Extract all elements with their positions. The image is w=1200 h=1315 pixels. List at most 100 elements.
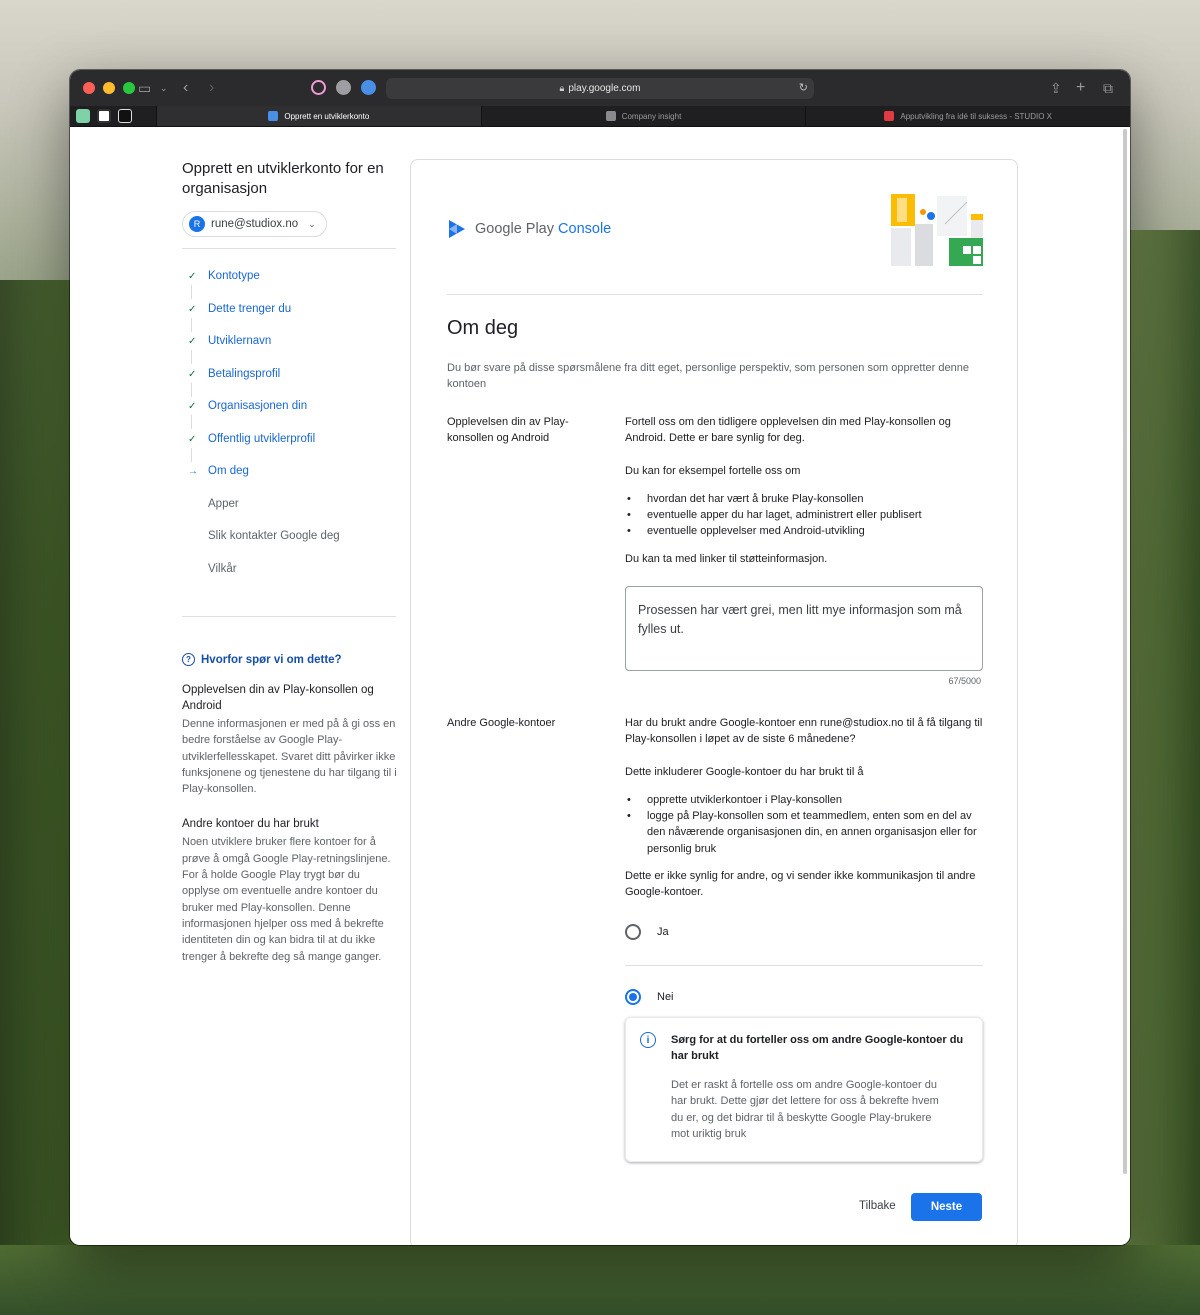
extension-icon-3[interactable] [361,80,376,95]
address-bar[interactable]: 🔒︎ play.google.com ↻ [386,78,814,99]
info-alert: i Sørg for at du forteller oss om andre … [625,1017,983,1162]
share-icon[interactable]: ⇪ [1050,79,1062,97]
step-item: Slik kontakter Google deg [182,530,398,563]
page-content: Opprett en utviklerkonto for en organisa… [70,127,1130,1245]
step-label: Apper [208,497,239,510]
tab-overview-icon[interactable]: ⧉ [1103,79,1113,97]
avatar: R [189,216,205,232]
tab-title: Opprett en utviklerkonto [284,111,370,121]
sidebar-toggle-icon[interactable]: ▭ [138,79,151,97]
forward-arrow-icon[interactable]: › [209,79,214,97]
step-item[interactable]: ✓ Organisasjonen din [182,400,398,433]
next-button[interactable]: Neste [911,1193,982,1221]
step-label: Kontotype [208,270,260,282]
check-icon: ✓ [188,401,197,412]
wallpaper-right [1125,230,1200,1315]
experience-desc: Fortell oss om den tidligere opplevelsen… [625,416,951,445]
list-item: opprette utviklerkontoer i Play-konsolle… [625,792,983,809]
account-email: rune@studiox.no [211,218,299,230]
experience-bullets: hvordan det har vært å bruke Play-konsol… [625,491,983,540]
info-heading: Andre kontoer du har brukt [182,818,319,831]
radio-label: Ja [657,926,669,938]
browser-toolbar: ▭ ⌄ ‹ › 🔒︎ play.google.com ↻ ⇪ + ⧉ [70,70,1130,106]
info-text: Denne informasjonen er med på å gi oss e… [182,718,397,796]
tab-title: Apputvikling fra idé til suksess - STUDI… [900,111,1052,121]
list-item: logge på Play-konsollen som et teammedle… [625,808,983,857]
check-icon: ✓ [188,271,197,282]
browser-window: ▭ ⌄ ‹ › 🔒︎ play.google.com ↻ ⇪ + ⧉ Oppre… [70,70,1130,1245]
step-item-current[interactable]: → Om deg [182,465,398,498]
info-icon: i [640,1032,656,1048]
list-item: eventuelle apper du har laget, administr… [625,507,983,524]
step-label: Om deg [208,465,249,477]
intro-text: Du bør svare på disse spørsmålene fra di… [447,362,969,391]
radio-option-yes[interactable]: Ja [625,924,669,940]
alert-heading: Sørg for at du forteller oss om andre Go… [671,1034,964,1063]
logo-text-console: Console [558,221,612,237]
back-arrow-icon[interactable]: ‹ [183,79,188,97]
lock-icon: 🔒︎ [559,83,565,93]
extension-icon-1[interactable] [311,80,326,95]
step-item[interactable]: ✓ Offentlig utviklerprofil [182,433,398,466]
experience-textarea[interactable]: Prosessen har vært grei, men litt mye in… [625,586,983,671]
pinned-tab-icon[interactable] [97,109,111,123]
tab-company-insight[interactable]: Company insight [480,106,806,126]
check-icon: ✓ [188,368,197,380]
step-spacer [182,498,208,499]
other-accounts-bullets: opprette utviklerkontoer i Play-konsolle… [625,792,983,857]
tab-studio-x[interactable]: Apputvikling fra idé til suksess - STUDI… [805,106,1130,126]
close-window-button[interactable] [83,82,95,94]
form-card: Google Play Console Om deg Du bør svare … [410,159,1018,1245]
experience-description: Fortell oss om den tidligere opplevelsen… [625,414,983,567]
logo-text-google-play: Google Play [475,221,559,237]
check-icon: ✓ [188,336,197,347]
alert-text: Det er raskt å fortelle oss om andre Goo… [671,1079,939,1140]
step-item[interactable]: ✓ Utviklernavn [182,335,398,368]
card-divider [447,294,983,295]
extension-icon-2[interactable] [336,80,351,95]
radio-button-yes[interactable] [625,924,641,940]
google-play-console-logo: Google Play Console [447,218,611,240]
new-tab-icon[interactable]: + [1076,79,1085,97]
info-text: Noen utviklere bruker flere kontoer for … [182,836,391,963]
back-button[interactable]: Tilbake [859,1200,896,1212]
radio-option-no[interactable]: Nei [625,989,674,1005]
pinned-tab-icon[interactable] [76,109,90,123]
zoom-window-button[interactable] [123,82,135,94]
radio-button-no[interactable] [625,989,641,1005]
step-connector [191,415,192,429]
pinned-tabs [70,106,156,126]
sidebar-heading: Opprett en utviklerkonto for en organisa… [182,160,384,197]
tab-play-console[interactable]: Opprett en utviklerkonto [156,106,481,126]
chevron-down-icon: ⌄ [308,218,316,229]
links-note: Du kan ta med linker til støtteinformasj… [625,552,828,565]
scrollbar[interactable] [1123,129,1127,1174]
other-accounts-label: Andre Google-kontoer [447,717,556,729]
pinned-tab-icon[interactable] [118,109,132,123]
wallpaper-bottom [0,1245,1200,1315]
why-link[interactable]: ? Hvorfor spør vi om dette? [182,653,398,666]
step-item[interactable]: ✓ Betalingsprofil [182,368,398,401]
other-accounts-description: Har du brukt andre Google-kontoer enn ru… [625,715,983,901]
account-switcher[interactable]: R rune@studiox.no ⌄ [182,211,327,237]
step-item[interactable]: ✓ Dette trenger du [182,303,398,336]
sidebar-divider [182,248,396,249]
minimize-window-button[interactable] [103,82,115,94]
wallpaper-left [0,280,80,1315]
other-accounts-question: Har du brukt andre Google-kontoer enn ru… [625,717,983,746]
other-accounts-includes: Dette inkluderer Google-kontoer du har b… [625,765,864,778]
step-label: Slik kontakter Google deg [208,530,340,542]
step-label: Offentlig utviklerprofil [208,432,316,445]
step-spacer [182,563,208,564]
step-label: Utviklernavn [208,335,272,347]
step-label: Vilkår [208,562,237,575]
check-icon: ✓ [188,433,197,445]
step-connector [191,350,192,364]
list-item: eventuelle opplevelser med Android-utvik… [625,523,983,540]
step-label: Organisasjonen din [208,400,308,412]
chevron-down-icon[interactable]: ⌄ [160,79,168,97]
setup-sidebar: Opprett en utviklerkonto for en organisa… [182,127,398,965]
experience-example-intro: Du kan for eksempel fortelle oss om [625,464,801,477]
reload-icon[interactable]: ↻ [799,81,808,94]
step-item[interactable]: ✓ Kontotype [182,270,398,303]
